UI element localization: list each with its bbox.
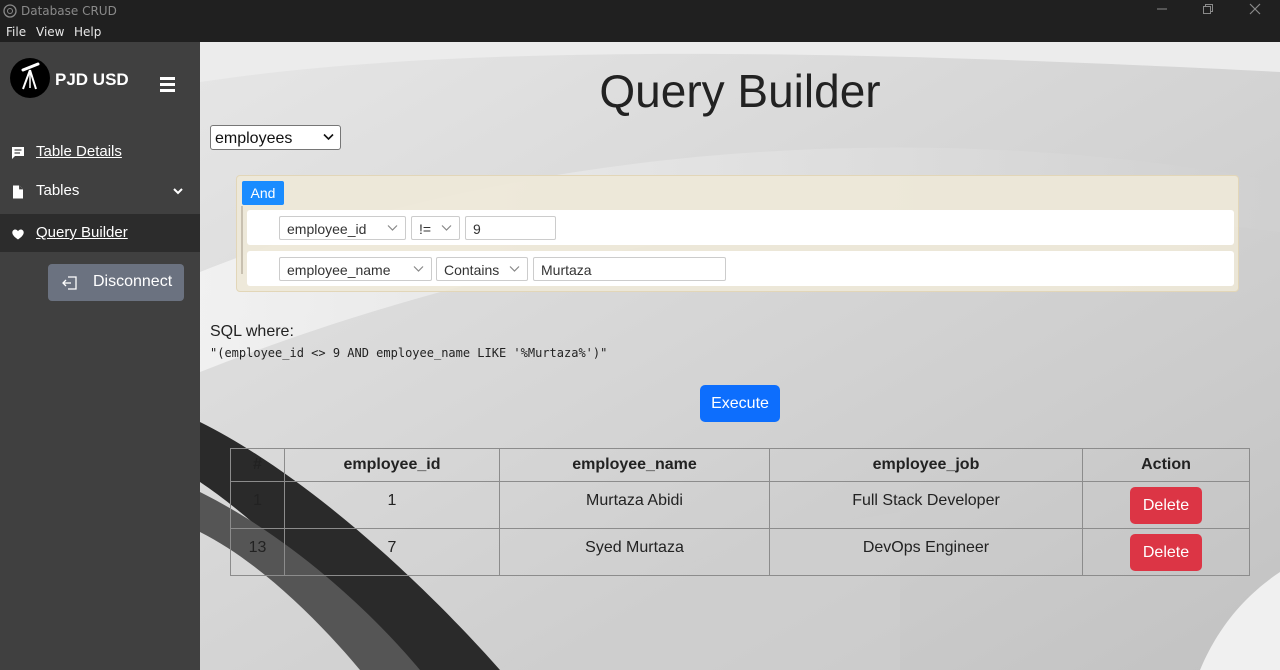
sidebar: PJD USD Table Details Tables Query Build… <box>0 42 200 670</box>
table-header-row: # employee_id employee_name employee_job… <box>230 448 1250 482</box>
file-icon <box>13 185 23 199</box>
cell-employee-id: 7 <box>284 528 500 576</box>
menu-file[interactable]: File <box>6 25 26 39</box>
column-header: employee_name <box>499 448 770 482</box>
sign-out-icon <box>62 276 77 290</box>
rule-operator-select[interactable]: != <box>411 216 460 240</box>
disconnect-button[interactable]: Disconnect <box>48 264 184 301</box>
column-header: Action <box>1082 448 1250 482</box>
cell-num: 13 <box>230 528 285 576</box>
cell-num: 1 <box>230 481 285 529</box>
rule-field-select[interactable]: employee_name <box>279 257 432 281</box>
cell-action: Delete <box>1082 528 1250 576</box>
chevron-down-icon <box>323 133 334 141</box>
telescope-icon <box>21 62 40 90</box>
rule-connector <box>241 206 243 274</box>
delete-button[interactable]: Delete <box>1130 533 1202 571</box>
rule-operator-value: Contains <box>444 262 500 278</box>
minimize-button[interactable] <box>1150 3 1174 19</box>
cell-employee-name: Syed Murtaza <box>499 528 770 576</box>
rule-row: employee_id != 9 <box>247 210 1234 245</box>
maximize-button[interactable] <box>1196 3 1220 19</box>
sidebar-item-label: Tables <box>36 182 80 199</box>
execute-button[interactable]: Execute <box>700 385 780 422</box>
cell-employee-job: DevOps Engineer <box>769 528 1083 576</box>
sidebar-item-table-details[interactable]: Table Details <box>0 133 200 171</box>
delete-button[interactable]: Delete <box>1130 486 1202 524</box>
sql-where-label: SQL where: <box>210 323 294 340</box>
chevron-down-icon <box>173 188 183 195</box>
table-select[interactable]: employees <box>210 125 341 150</box>
rule-operator-value: != <box>419 221 432 237</box>
sidebar-item-label: Query Builder <box>36 224 128 241</box>
close-icon <box>1249 3 1261 15</box>
disconnect-label: Disconnect <box>93 273 173 290</box>
results-table: # employee_id employee_name employee_job… <box>230 448 1250 576</box>
title-bar: Database CRUD <box>0 0 1280 22</box>
rule-value-input[interactable]: 9 <box>465 216 556 240</box>
page-title: Query Builder <box>599 65 881 117</box>
column-header: # <box>230 448 285 482</box>
heart-icon <box>12 229 24 240</box>
sidebar-item-label: Table Details <box>36 143 122 160</box>
app-icon <box>3 4 17 18</box>
chevron-down-icon <box>413 266 424 272</box>
table-row: 1 1 Murtaza Abidi Full Stack Developer D… <box>230 481 1250 529</box>
rule-field-value: employee_name <box>287 262 391 278</box>
column-header: employee_job <box>769 448 1083 482</box>
rule-value-input[interactable]: Murtaza <box>533 257 726 281</box>
combinator-and-button[interactable]: And <box>242 181 284 205</box>
restore-icon <box>1203 4 1213 14</box>
rule-field-select[interactable]: employee_id <box>279 216 406 240</box>
message-icon <box>12 147 24 159</box>
cell-employee-name: Murtaza Abidi <box>499 481 770 529</box>
chevron-down-icon <box>509 266 520 272</box>
sidebar-item-query-builder[interactable]: Query Builder <box>0 214 200 252</box>
query-builder-group: And employee_id != 9 employee_name Conta… <box>236 175 1239 292</box>
column-header: employee_id <box>284 448 500 482</box>
minimize-icon <box>1157 8 1167 10</box>
logo <box>10 58 50 98</box>
cell-action: Delete <box>1082 481 1250 529</box>
sql-where-text: "(employee_id <> 9 AND employee_name LIK… <box>210 346 608 360</box>
menu-view[interactable]: View <box>36 25 64 39</box>
sidebar-item-tables[interactable]: Tables <box>0 172 200 210</box>
menu-bar: File View Help <box>0 22 1280 42</box>
rule-operator-select[interactable]: Contains <box>436 257 528 281</box>
cell-employee-id: 1 <box>284 481 500 529</box>
rule-value-text: 9 <box>473 221 481 237</box>
rule-field-value: employee_id <box>287 221 367 237</box>
rule-row: employee_name Contains Murtaza <box>247 251 1234 286</box>
chevron-down-icon <box>387 225 398 231</box>
rule-value-text: Murtaza <box>541 262 592 278</box>
table-row: 13 7 Syed Murtaza DevOps Engineer Delete <box>230 528 1250 576</box>
window-title: Database CRUD <box>21 4 117 18</box>
close-button[interactable] <box>1243 3 1267 19</box>
menu-toggle-icon[interactable] <box>160 77 175 92</box>
cell-employee-job: Full Stack Developer <box>769 481 1083 529</box>
table-select-value: employees <box>215 130 293 147</box>
menu-help[interactable]: Help <box>74 25 101 39</box>
chevron-down-icon <box>441 225 452 231</box>
brand-name: PJD USD <box>55 70 129 89</box>
main-content: Query Builder employees And employee_id … <box>200 42 1280 670</box>
